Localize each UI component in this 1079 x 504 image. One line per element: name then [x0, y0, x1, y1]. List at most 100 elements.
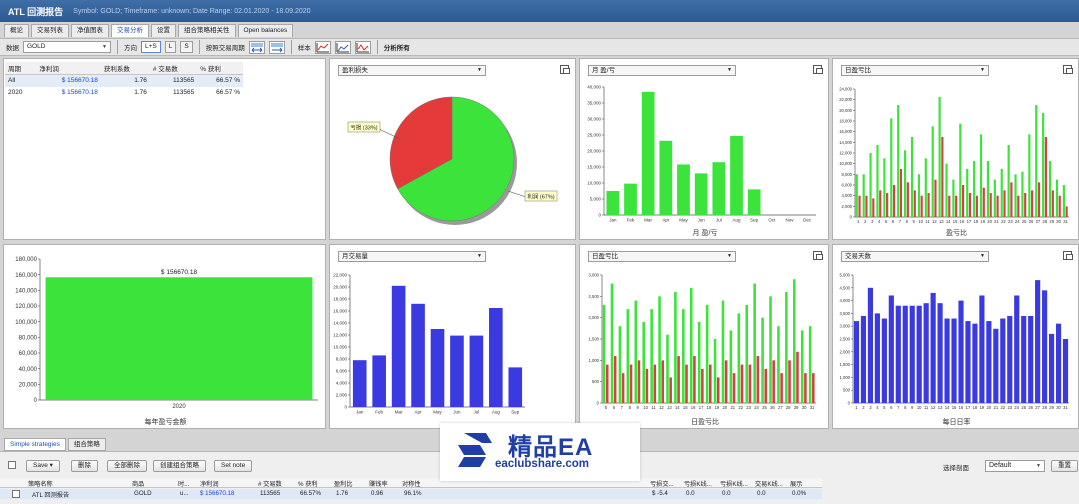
x-tick-label: 22: [1000, 405, 1005, 410]
x-tick-label: 21: [730, 405, 735, 410]
y-tick-label: 2,000: [336, 393, 348, 398]
set-note-button[interactable]: Set note: [214, 460, 253, 472]
bar: [934, 179, 937, 217]
chart-type-select[interactable]: 日盈亏比 ▼: [841, 64, 989, 76]
bar: [951, 318, 957, 403]
chart-type-select[interactable]: 月交易量 ▼: [338, 250, 486, 262]
expand-icon[interactable]: [813, 65, 823, 74]
panel-header: 日盈亏比 ▼: [841, 64, 989, 76]
bar: [645, 368, 649, 403]
reset-button[interactable]: 重置: [1051, 460, 1078, 472]
x-tick-label: 23: [1008, 219, 1013, 224]
tab-open-balances[interactable]: Open balances: [237, 24, 294, 37]
x-tick-label: Jun: [698, 218, 706, 223]
y-tick-label: 3,000: [840, 324, 851, 329]
bar: [1031, 190, 1034, 217]
data-select[interactable]: GOLD ▼: [23, 41, 111, 53]
data-select-value: GOLD: [27, 43, 46, 50]
cell-strategy-name: ATL 回测报告: [32, 492, 70, 499]
y-tick-label: 14,000: [333, 321, 347, 326]
x-tick-label: Jul: [474, 410, 480, 415]
tab-simple-strategies[interactable]: Simple strategies: [4, 438, 66, 451]
x-tick-label: 6: [613, 405, 616, 410]
bar: [876, 145, 879, 217]
bar: [689, 287, 693, 403]
x-tick-label: 25: [762, 405, 767, 410]
pie-chart-panel: 盈利损失 ▼ 亏损 (33%) 利润 (67%): [329, 58, 576, 240]
bar: [909, 305, 915, 403]
analyze-all-label[interactable]: 分析所有: [384, 42, 410, 52]
x-tick-label: Apr: [662, 218, 670, 223]
x-tick-label: Aug: [732, 218, 741, 223]
select-all-checkbox[interactable]: [8, 461, 16, 469]
chart-sample-2-icon[interactable]: [334, 40, 351, 54]
y-tick-label: 10,000: [839, 161, 852, 166]
tab-portfolio-strategies[interactable]: 组合策略: [67, 438, 106, 451]
chart-type-value: 交易天数: [845, 252, 871, 260]
create-portfolio-button[interactable]: 创建组合策略: [153, 460, 206, 472]
direction-long-button[interactable]: L: [164, 41, 177, 53]
tab-settings[interactable]: 设置: [151, 24, 176, 37]
cell-net-profit: $ 156670.18: [36, 74, 101, 87]
header-trades: # 交易数: [149, 62, 198, 75]
panel-header: 交易天数 ▼: [841, 250, 989, 262]
x-tick-label: Sep: [511, 410, 520, 415]
expand-icon[interactable]: [1063, 251, 1073, 260]
table-row[interactable]: ATL 回测报告 GOLD u... $ 156670.18 113565 66…: [0, 489, 822, 499]
chart-sample-3-icon[interactable]: [354, 40, 371, 54]
profile-select-value: Default: [989, 462, 1012, 469]
y-tick-label: 4,500: [840, 285, 851, 290]
x-tick-label: Oct: [768, 218, 776, 223]
bar: [808, 326, 812, 403]
x-tick-label: 24: [1014, 405, 1019, 410]
chart-type-select[interactable]: 交易天数 ▼: [841, 250, 989, 262]
monthly-profit-chart: 0 5,000 10,000 15,000 20,000 25,000 30,000 35,0…: [587, 85, 816, 223]
bar: [968, 193, 972, 217]
chart-type-select[interactable]: 盈利损失 ▼: [338, 64, 486, 76]
bar: [602, 304, 606, 403]
chart-type-select[interactable]: 月 盈/亏 ▼: [588, 64, 736, 76]
x-tick-label: Apr: [415, 410, 423, 415]
table-row[interactable]: 2020 $ 156670.18 1.76 113565 66.57 %: [5, 87, 243, 99]
table-row[interactable]: All $ 156670.18 1.76 113565 66.57 %: [5, 74, 243, 87]
bar: [1044, 137, 1047, 217]
bar: [793, 279, 796, 403]
chart-sample-1-icon[interactable]: [314, 40, 331, 54]
delete-button[interactable]: 删除: [71, 460, 98, 472]
cell-profit-factor: 1.76: [134, 89, 147, 96]
expand-icon[interactable]: [1063, 65, 1073, 74]
bar: [732, 373, 736, 403]
tab-overview[interactable]: 概论: [4, 24, 29, 37]
chevron-down-icon: ▼: [980, 66, 985, 73]
y-tick-label: 0: [850, 214, 853, 219]
tab-portfolio-correlation[interactable]: 组合策略相关性: [178, 24, 236, 37]
bar: [637, 360, 641, 403]
chart-type-select[interactable]: 日盈亏比 ▼: [588, 250, 736, 262]
y-tick-label: 500: [592, 379, 600, 384]
header-period: 周期: [5, 62, 37, 75]
delete-all-button[interactable]: 全部删除: [107, 460, 147, 472]
direction-short-button[interactable]: S: [180, 41, 193, 53]
x-tick-label: 20: [987, 405, 992, 410]
expand-icon[interactable]: [560, 65, 570, 74]
period-close-icon[interactable]: [268, 40, 285, 54]
bar: [888, 295, 894, 403]
y-tick-label: 4,000: [336, 381, 348, 386]
row-checkbox[interactable]: [12, 490, 20, 498]
tab-trade-list[interactable]: 交易列表: [31, 24, 69, 37]
tab-trade-analysis[interactable]: 交易分析: [111, 24, 149, 37]
y-tick-label: 5,000: [840, 272, 851, 277]
direction-ls-button[interactable]: L+S: [141, 41, 161, 53]
bar: [917, 174, 920, 217]
profile-select[interactable]: Default ▼: [985, 460, 1045, 472]
x-tick-label: 18: [973, 405, 978, 410]
period-range-icon[interactable]: [248, 40, 265, 54]
bar: [737, 313, 741, 403]
save-button[interactable]: Save ▾: [26, 460, 60, 472]
x-tick-label: 19: [980, 405, 985, 410]
chart-type-value: 月交易量: [342, 252, 368, 260]
tab-equity-chart[interactable]: 净值图表: [71, 24, 109, 37]
expand-icon[interactable]: [813, 251, 823, 260]
x-tick-label: 19: [980, 219, 985, 224]
bar: [904, 150, 907, 217]
